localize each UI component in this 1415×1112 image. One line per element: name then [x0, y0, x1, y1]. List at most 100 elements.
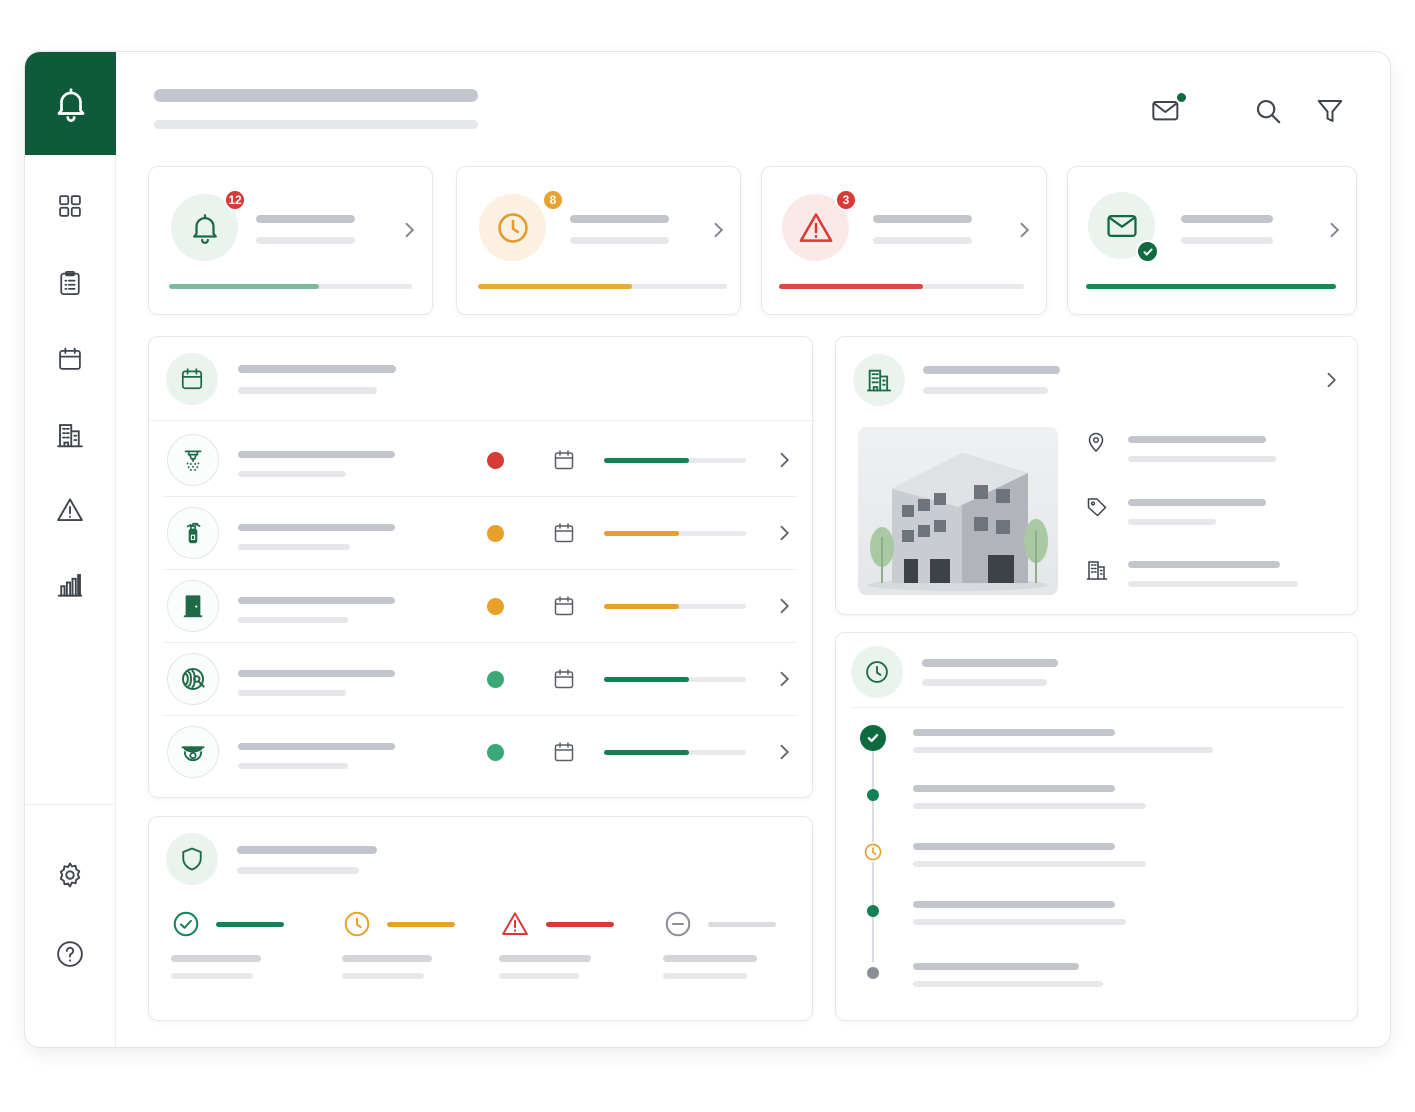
progress-fill — [604, 604, 679, 609]
pending-count-badge: 8 — [542, 189, 564, 211]
sidebar-item-settings[interactable] — [52, 857, 88, 893]
compliance-status-item[interactable] — [663, 907, 813, 987]
panel-title — [923, 366, 1060, 374]
summary-card-issues[interactable]: 3 — [761, 166, 1047, 315]
equipment-location — [238, 471, 346, 477]
status-label — [499, 955, 591, 962]
header-icon-circle — [851, 646, 903, 698]
status-count — [663, 973, 747, 979]
progress-bar — [1086, 284, 1336, 289]
building-illustration — [868, 453, 1048, 591]
status-dot — [487, 452, 504, 469]
card-subtitle — [570, 237, 669, 244]
equipment-icon-circle — [167, 653, 219, 705]
detail-sub — [1128, 456, 1276, 462]
progress-bar — [169, 284, 412, 289]
progress-bar — [779, 284, 1024, 289]
calendar-icon — [181, 368, 203, 390]
search-button[interactable] — [1253, 96, 1283, 126]
messages-button[interactable] — [1149, 91, 1189, 130]
mail-check-icon — [1106, 214, 1137, 237]
equipment-row[interactable] — [149, 579, 814, 639]
calendar-icon — [552, 447, 576, 473]
timeline-dot — [867, 789, 879, 801]
status-label — [171, 955, 261, 962]
timeline-event[interactable] — [836, 781, 1356, 821]
equipment-icon-circle — [167, 507, 219, 559]
equipment-name — [238, 670, 395, 677]
summary-card-notifications[interactable]: 12 — [148, 166, 433, 315]
detail-value — [1128, 561, 1280, 568]
timeline-event[interactable] — [836, 897, 1356, 937]
chevron-right-icon — [777, 669, 791, 689]
sidebar-item-alerts[interactable] — [52, 492, 88, 528]
equipment-row[interactable] — [149, 433, 814, 493]
hose-reel-icon — [178, 664, 208, 694]
sidebar-item-inspections[interactable] — [52, 265, 88, 301]
minus-circle-icon — [663, 909, 693, 939]
smoke-detector-icon — [179, 738, 207, 766]
timeline-dot — [867, 967, 879, 979]
card-title — [256, 215, 355, 223]
filter-button[interactable] — [1315, 96, 1345, 126]
row-divider — [163, 715, 797, 716]
event-time — [913, 861, 1146, 867]
equipment-name — [238, 743, 395, 750]
calendar-icon — [552, 593, 576, 619]
exit-door-icon — [180, 591, 206, 621]
page-title — [154, 89, 478, 102]
equipment-inspection-list — [148, 336, 814, 798]
app-window: 12 8 3 — [24, 51, 1391, 1048]
building-icon — [57, 424, 83, 448]
building-info-panel[interactable] — [835, 336, 1358, 615]
chevron-right-icon — [777, 450, 791, 470]
sidebar — [25, 52, 116, 1047]
chevron-right-icon — [777, 742, 791, 762]
status-dot — [487, 671, 504, 688]
equipment-row[interactable] — [149, 652, 814, 712]
status-count — [171, 973, 253, 979]
progress-bar — [604, 750, 746, 755]
extinguisher-icon — [180, 518, 206, 548]
equipment-row[interactable] — [149, 725, 814, 785]
header-icon-circle — [166, 353, 218, 405]
card-title — [1181, 215, 1273, 223]
sprinkler-icon — [180, 446, 206, 474]
panel-title — [238, 365, 396, 373]
row-divider — [163, 642, 797, 643]
panel-subtitle — [922, 679, 1047, 686]
help-icon — [57, 941, 83, 967]
status-dot — [487, 598, 504, 615]
sidebar-item-dashboard[interactable] — [52, 188, 88, 224]
compliance-status-item[interactable] — [499, 907, 649, 987]
timeline-event[interactable] — [836, 839, 1356, 879]
check-icon — [1143, 248, 1152, 255]
progress-bar — [604, 677, 746, 682]
status-count — [499, 973, 579, 979]
sidebar-item-reports[interactable] — [52, 567, 88, 603]
equipment-name — [238, 597, 395, 604]
chevron-right-icon — [1330, 222, 1340, 238]
compliance-status-item[interactable] — [342, 907, 492, 987]
equipment-name — [238, 451, 395, 458]
summary-card-messages[interactable] — [1067, 166, 1357, 315]
notification-count-badge: 12 — [224, 189, 246, 211]
timeline-event[interactable] — [836, 725, 1356, 765]
app-logo[interactable] — [25, 52, 116, 155]
status-count — [342, 973, 424, 979]
sidebar-divider — [25, 804, 116, 805]
sidebar-item-help[interactable] — [52, 936, 88, 972]
sidebar-item-calendar[interactable] — [52, 341, 88, 377]
compliance-status-item[interactable] — [171, 907, 321, 987]
event-time — [913, 919, 1126, 925]
card-title — [873, 215, 972, 223]
status-bar — [546, 922, 614, 927]
panel-subtitle — [238, 387, 377, 394]
sidebar-item-buildings[interactable] — [52, 417, 88, 453]
panel-subtitle — [237, 867, 359, 874]
equipment-row[interactable] — [149, 506, 814, 566]
summary-card-pending[interactable]: 8 — [456, 166, 741, 315]
timeline-event[interactable] — [836, 959, 1356, 999]
filter-icon — [1317, 100, 1343, 122]
event-title — [913, 843, 1115, 850]
